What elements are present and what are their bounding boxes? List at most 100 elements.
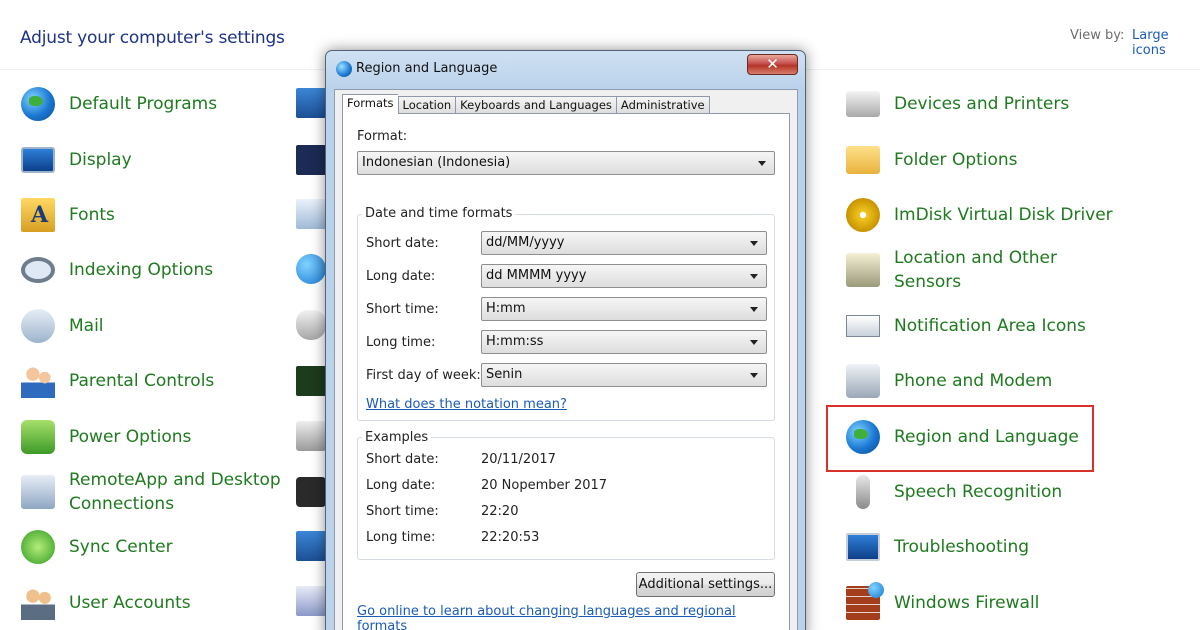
hidden-item-icon[interactable] [296,88,326,118]
cp-item-label: Indexing Options [69,260,214,280]
chevron-down-icon [750,274,758,279]
disk-icon [846,198,880,232]
format-value: Indonesian (Indonesia) [362,155,511,170]
cp-item-label: Display [69,150,132,170]
short-time-label: Short time: [366,302,439,317]
short-date-label: Short date: [366,236,439,251]
cp-item-power-options[interactable]: Power Options [21,411,191,463]
format-label: Format: [357,129,408,144]
hidden-item-icon[interactable] [296,421,326,451]
globe-icon[interactable] [296,254,326,284]
cp-item-fonts[interactable]: Fonts [21,189,115,241]
cp-item-location-sensors[interactable]: Location and Other Sensors [846,244,1057,296]
remoteapp-icon [21,475,55,509]
hidden-item-icon[interactable] [296,586,326,616]
examples-group-title: Examples [362,430,432,445]
tab-formats[interactable]: Formats [342,94,398,116]
cp-item-user-accounts[interactable]: User Accounts [21,577,191,629]
region-language-dialog: Region and Language ✕ Formats Location K… [325,50,806,630]
cp-item-speech-recognition[interactable]: Speech Recognition [846,466,1062,518]
dialog-title: Region and Language [356,61,498,76]
cp-item-troubleshooting[interactable]: Troubleshooting [846,521,1029,573]
cp-item-imdisk[interactable]: ImDisk Virtual Disk Driver [846,189,1113,241]
tab-strip: Formats Location Keyboards and Languages… [342,94,710,116]
hidden-item-icon[interactable] [296,199,326,229]
cp-item-label: RemoteApp and Desktop Connections [69,468,281,516]
cp-item-default-programs[interactable]: Default Programs [21,78,217,130]
cp-item-label: Mail [69,316,104,336]
format-dropdown[interactable]: Indonesian (Indonesia) [357,151,775,175]
cp-item-label: Notification Area Icons [894,316,1086,336]
dolby-icon[interactable] [296,145,326,175]
long-time-dropdown[interactable]: H:mm:ss [481,330,767,354]
cp-item-sync-center[interactable]: Sync Center [21,521,173,573]
cp-item-label-line1: RemoteApp and Desktop [69,470,281,490]
cp-item-label: Parental Controls [69,371,215,391]
additional-settings-button[interactable]: Additional settings... [636,572,775,597]
short-time-format: H:mm [486,301,526,316]
short-time-dropdown[interactable]: H:mm [481,297,767,321]
long-time-format: H:mm:ss [486,334,544,349]
troubleshooting-icon [846,533,880,561]
long-time-label: Long time: [366,335,436,350]
view-by-dropdown[interactable]: Large icons [1132,28,1200,58]
cp-item-label-line2: Sensors [894,272,962,292]
first-day-dropdown[interactable]: Senin [481,363,767,387]
cp-item-label: User Accounts [69,593,191,613]
cp-item-label: Devices and Printers [894,94,1070,114]
chevron-down-icon [750,373,758,378]
example-short-date-label: Short date: [366,452,439,467]
cp-item-label: Location and Other Sensors [894,246,1057,294]
cp-item-phone-and-modem[interactable]: Phone and Modem [846,355,1052,407]
example-long-time-label: Long time: [366,530,436,545]
cp-item-remoteapp[interactable]: RemoteApp and Desktop Connections [21,466,281,518]
headphones-icon[interactable] [296,477,326,507]
chevron-down-icon [750,340,758,345]
performance-icon[interactable] [296,366,326,396]
cp-item-devices-and-printers[interactable]: Devices and Printers [846,78,1069,130]
page-title: Adjust your computer's settings [20,28,285,48]
first-day-value: Senin [486,367,523,382]
firewall-icon [846,582,884,620]
cp-item-label: Power Options [69,427,192,447]
chevron-down-icon [750,307,758,312]
hidden-item-icon[interactable] [296,531,326,561]
dialog-client: Formats Location Keyboards and Languages… [334,89,798,630]
short-date-dropdown[interactable]: dd/MM/yyyy [481,231,767,255]
chevron-down-icon [758,161,766,166]
cp-item-label: Default Programs [69,94,218,114]
example-long-date-value: 20 Nopember 2017 [481,478,608,493]
online-info-link[interactable]: Go online to learn about changing langua… [357,604,789,630]
cp-item-windows-firewall[interactable]: Windows Firewall [846,577,1039,629]
example-long-time-value: 22:20:53 [481,530,540,545]
notation-link[interactable]: What does the notation mean? [366,397,567,412]
folder-icon [846,146,880,174]
cp-item-label-line1: Location and Other [894,248,1057,268]
chevron-down-icon [750,241,758,246]
mail-icon [21,309,55,343]
notification-icon [846,315,880,337]
cp-item-mail[interactable]: Mail [21,300,104,352]
cp-item-label-line2: Connections [69,494,175,514]
indexing-icon [21,257,55,283]
mouse-icon[interactable] [296,310,326,340]
long-date-dropdown[interactable]: dd MMMM yyyy [481,264,767,288]
cp-item-folder-options[interactable]: Folder Options [846,134,1018,186]
cp-item-label: ImDisk Virtual Disk Driver [894,205,1113,225]
long-date-format: dd MMMM yyyy [486,268,587,283]
cp-item-label: Folder Options [894,150,1018,170]
cp-item-parental-controls[interactable]: Parental Controls [21,355,214,407]
date-time-group-title: Date and time formats [362,206,516,221]
close-button[interactable]: ✕ [747,54,798,75]
cp-item-display[interactable]: Display [21,134,132,186]
example-short-time-label: Short time: [366,504,439,519]
cp-item-label: Troubleshooting [894,537,1030,557]
display-icon [21,147,55,173]
cp-item-label: Sync Center [69,537,173,557]
example-short-date-value: 20/11/2017 [481,452,556,467]
cp-item-indexing-options[interactable]: Indexing Options [21,244,213,296]
example-long-date-label: Long date: [366,478,436,493]
sync-center-icon [21,530,55,564]
cp-item-notification-area-icons[interactable]: Notification Area Icons [846,300,1086,352]
example-short-time-value: 22:20 [481,504,519,519]
